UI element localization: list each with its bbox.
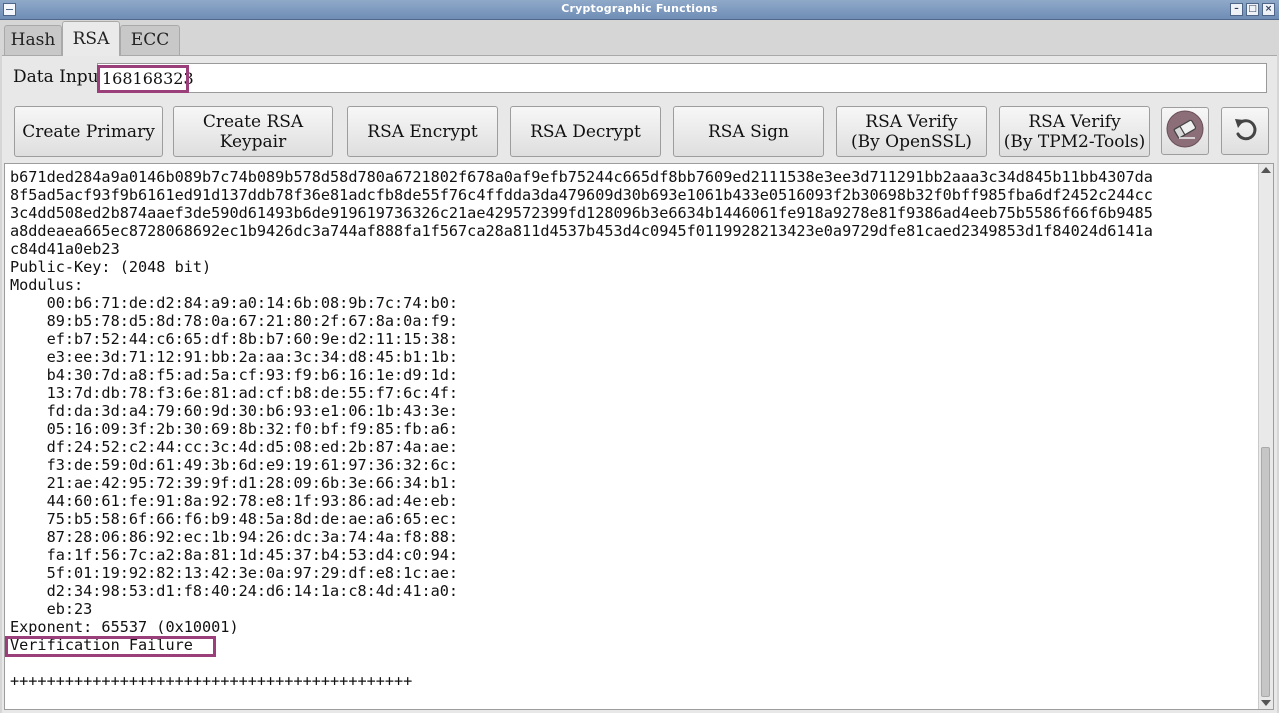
output-line: 3c4dd508ed2b874aaef3de590d61493b6de91961… bbox=[10, 204, 1153, 222]
output-line: Exponent: 65537 (0x10001) bbox=[10, 618, 239, 636]
close-icon[interactable]: × bbox=[1262, 3, 1275, 16]
reset-button[interactable] bbox=[1221, 107, 1269, 155]
create-primary-button[interactable]: Create Primary bbox=[14, 106, 163, 157]
output-line: 5f:01:19:92:82:13:42:3e:0a:97:29:df:e8:1… bbox=[10, 564, 459, 582]
output-line: fd:da:3d:a4:79:60:9d:30:b6:93:e1:06:1b:4… bbox=[10, 402, 459, 420]
output-line: a8ddeaea665ec8728068692ec1b9426dc3a744af… bbox=[10, 222, 1153, 240]
create-rsa-keypair-button[interactable]: Create RSA Keypair bbox=[173, 106, 333, 157]
output-line: 00:b6:71:de:d2:84:a9:a0:14:6b:08:9b:7c:7… bbox=[10, 294, 459, 312]
eraser-icon bbox=[1165, 109, 1205, 153]
rsa-encrypt-button[interactable]: RSA Encrypt bbox=[347, 106, 498, 157]
output-line: df:24:52:c2:44:cc:3c:4d:d5:08:ed:2b:87:4… bbox=[10, 438, 459, 456]
output-line: e3:ee:3d:71:12:91:bb:2a:aa:3c:34:d8:45:b… bbox=[10, 348, 459, 366]
output-line: 87:28:06:86:92:ec:1b:94:26:dc:3a:74:4a:f… bbox=[10, 528, 459, 546]
scroll-up-icon[interactable] bbox=[1261, 167, 1271, 173]
clear-output-button[interactable] bbox=[1161, 107, 1209, 155]
scrollbar-thumb[interactable] bbox=[1261, 447, 1270, 697]
output-line: 75:b5:58:6f:66:f6:b9:48:5a:8d:de:ae:a6:6… bbox=[10, 510, 459, 528]
output-text-area[interactable]: b671ded284a9a0146b089b7c74b089b578d58d78… bbox=[4, 163, 1274, 710]
output-line: 13:7d:db:78:f3:6e:81:ad:cf:b8:de:55:f7:6… bbox=[10, 384, 459, 402]
output-line: ++++++++++++++++++++++++++++++++++++++++… bbox=[10, 672, 413, 690]
output-line: 8f5ad5acf93f9b6161ed91d137ddb78f36e81adc… bbox=[10, 186, 1153, 204]
rsa-verify-tpm2-button[interactable]: RSA Verify (By TPM2-Tools) bbox=[999, 106, 1150, 157]
output-line: f3:de:59:0d:61:49:3b:6d:e9:19:61:97:36:3… bbox=[10, 456, 459, 474]
scroll-down-icon[interactable] bbox=[1261, 700, 1271, 706]
output-line: fa:1f:56:7c:a2:8a:81:1d:45:37:b4:53:d4:c… bbox=[10, 546, 459, 564]
rsa-sign-button[interactable]: RSA Sign bbox=[673, 106, 824, 157]
output-line: 05:16:09:3f:2b:30:69:8b:32:f0:bf:f9:85:f… bbox=[10, 420, 459, 438]
undo-icon bbox=[1229, 113, 1261, 149]
data-input-field[interactable] bbox=[97, 63, 1267, 93]
vertical-scrollbar[interactable] bbox=[1258, 164, 1273, 709]
rsa-decrypt-button[interactable]: RSA Decrypt bbox=[510, 106, 661, 157]
tab-rsa[interactable]: RSA bbox=[62, 21, 120, 56]
minimize-icon[interactable]: – bbox=[1230, 3, 1243, 16]
output-text: b671ded284a9a0146b089b7c74b089b578d58d78… bbox=[5, 164, 1273, 690]
output-line: ef:b7:52:44:c6:65:df:8b:b7:60:9e:d2:11:1… bbox=[10, 330, 459, 348]
maximize-icon[interactable]: □ bbox=[1246, 3, 1259, 16]
output-line: d2:34:98:53:d1:f8:40:24:d6:14:1a:c8:4d:4… bbox=[10, 582, 459, 600]
tab-hash[interactable]: Hash bbox=[4, 25, 62, 55]
output-line: Verification Failure bbox=[10, 636, 193, 654]
output-line: 21:ae:42:95:72:39:9f:d1:28:09:6b:3e:66:3… bbox=[10, 474, 459, 492]
output-line: 89:b5:78:d5:8d:78:0a:67:21:80:2f:67:8a:0… bbox=[10, 312, 459, 330]
output-line: Public-Key: (2048 bit) bbox=[10, 258, 212, 276]
output-line: b671ded284a9a0146b089b7c74b089b578d58d78… bbox=[10, 168, 1153, 186]
output-line: Modulus: bbox=[10, 276, 84, 294]
tab-ecc[interactable]: ECC bbox=[120, 25, 180, 55]
output-line: c84d41a0eb23 bbox=[10, 240, 120, 258]
window-title: Cryptographic Functions bbox=[561, 2, 718, 15]
rsa-verify-openssl-button[interactable]: RSA Verify (By OpenSSL) bbox=[836, 106, 987, 157]
title-bar: Cryptographic Functions – □ × bbox=[0, 0, 1279, 20]
output-line: b4:30:7d:a8:f5:ad:5a:cf:93:f9:b6:16:1e:d… bbox=[10, 366, 459, 384]
output-line: 44:60:61:fe:91:8a:92:78:e8:1f:93:86:ad:4… bbox=[10, 492, 459, 510]
output-line: eb:23 bbox=[10, 600, 93, 618]
